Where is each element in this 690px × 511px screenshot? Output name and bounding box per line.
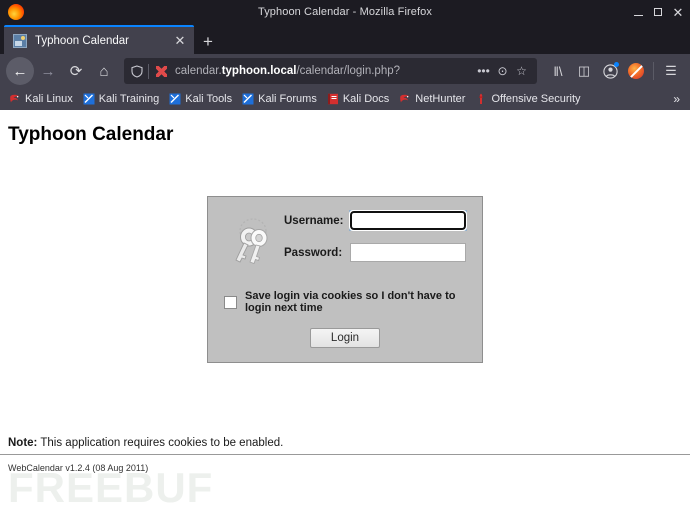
forward-button[interactable]: → xyxy=(34,57,62,85)
reader-mode-icon[interactable]: ⊙ xyxy=(493,64,512,78)
bookmark-nethunter[interactable]: NetHunter xyxy=(394,93,470,105)
login-fields: Username: Password: xyxy=(284,210,470,276)
url-actions: ••• ⊙ ☆ xyxy=(474,64,531,78)
bookmark-label: NetHunter xyxy=(415,93,466,105)
password-label: Password: xyxy=(284,246,343,259)
login-button[interactable]: Login xyxy=(309,328,381,348)
note-prefix: Note: xyxy=(8,437,38,449)
save-login-row[interactable]: Save login via cookies so I don't have t… xyxy=(220,290,470,314)
webcalendar-version: WebCalendar v1.2.4 (08 Aug 2011) xyxy=(8,463,149,473)
save-login-checkbox[interactable] xyxy=(224,295,237,309)
back-arrow-icon: ← xyxy=(12,62,28,80)
window-title: Typhoon Calendar - Mozilla Firefox xyxy=(258,6,432,18)
kali-docs-icon xyxy=(327,93,339,105)
bookmark-label: Kali Tools xyxy=(185,93,233,105)
browser-window: Typhoon Calendar - Mozilla Firefox ✕ Typ… xyxy=(0,0,690,511)
home-icon: ⌂ xyxy=(99,62,109,80)
url-host: typhoon.local xyxy=(221,65,297,77)
toolbar-divider xyxy=(653,62,654,80)
bookmark-kali-training[interactable]: Kali Training xyxy=(78,93,165,105)
login-form-grid: Username: Password: xyxy=(220,210,470,276)
kali-blue-icon xyxy=(83,93,95,105)
minimize-button[interactable] xyxy=(628,0,648,24)
bookmark-label: Kali Docs xyxy=(342,93,390,105)
bookmark-kali-docs[interactable]: Kali Docs xyxy=(322,93,394,105)
page-actions-icon[interactable]: ••• xyxy=(474,64,493,78)
bookmark-offensive-security[interactable]: Offensive Security xyxy=(470,93,585,105)
bookmark-star-icon[interactable]: ☆ xyxy=(512,64,531,78)
login-button-row: Login xyxy=(220,328,470,348)
sidebar-icon[interactable]: ◫ xyxy=(571,58,597,84)
version-bar: FREEBUF WebCalendar v1.2.4 (08 Aug 2011) xyxy=(0,455,690,511)
cookies-note: Note: This application requires cookies … xyxy=(0,437,690,454)
bookmark-kali-tools[interactable]: Kali Tools xyxy=(164,93,237,105)
navigation-toolbar: ← → ⟳ ⌂ calendar.typhoon.local/calendar/… xyxy=(0,54,690,88)
keys-icon-cell xyxy=(220,211,284,276)
page-favicon-icon xyxy=(13,33,27,48)
shield-icon[interactable] xyxy=(130,64,144,78)
forward-arrow-icon: → xyxy=(40,62,56,80)
toolbar-icons: ‖\ ◫ ☰ xyxy=(545,58,684,84)
page-body: Typhoon Calendar Username: Password: Sav… xyxy=(0,110,690,511)
kali-dragon-icon xyxy=(9,93,21,105)
username-label: Username: xyxy=(284,214,344,227)
tab-close-icon[interactable]: ✕ xyxy=(172,33,188,49)
bookmark-kali-forums[interactable]: Kali Forums xyxy=(237,93,322,105)
bookmark-kali-linux[interactable]: Kali Linux xyxy=(4,93,78,105)
account-notification-dot xyxy=(614,62,619,67)
firefox-logo-icon xyxy=(8,4,24,20)
title-bar: Typhoon Calendar - Mozilla Firefox ✕ xyxy=(0,0,690,24)
reload-icon: ⟳ xyxy=(69,63,83,80)
close-window-button[interactable]: ✕ xyxy=(668,0,688,24)
kali-blue-icon xyxy=(169,93,181,105)
username-row: Username: xyxy=(284,210,470,231)
url-path: /calendar/login.php? xyxy=(296,65,401,77)
maximize-button[interactable] xyxy=(648,0,668,24)
back-button[interactable]: ← xyxy=(6,57,34,85)
username-input[interactable] xyxy=(349,210,467,231)
note-text: This application requires cookies to be … xyxy=(37,437,284,449)
login-form: Username: Password: Save login via cooki… xyxy=(207,196,483,363)
login-form-container: Username: Password: Save login via cooki… xyxy=(0,196,690,363)
keyring-icon xyxy=(228,215,276,276)
window-controls: ✕ xyxy=(628,0,690,24)
bookmarks-overflow-button[interactable]: » xyxy=(667,92,686,106)
reload-button[interactable]: ⟳ xyxy=(62,57,90,85)
offsec-torch-icon xyxy=(475,93,487,105)
home-button[interactable]: ⌂ xyxy=(90,57,118,85)
nethunter-icon xyxy=(399,93,411,105)
freebuf-watermark: FREEBUF xyxy=(8,464,214,511)
tab-typhoon-calendar[interactable]: Typhoon Calendar ✕ xyxy=(4,25,194,54)
bookmark-label: Offensive Security xyxy=(491,93,581,105)
bookmark-label: Kali Training xyxy=(98,93,160,105)
address-bar[interactable]: calendar.typhoon.local/calendar/login.ph… xyxy=(124,58,537,84)
tab-label: Typhoon Calendar xyxy=(35,34,129,47)
url-prefix: calendar. xyxy=(175,65,222,77)
kali-blue-icon xyxy=(242,93,254,105)
bookmarks-bar: Kali Linux Kali Training Kali Tools Kali… xyxy=(0,88,690,110)
bookmark-label: Kali Linux xyxy=(25,93,73,105)
page-footer: Note: This application requires cookies … xyxy=(0,437,690,511)
library-icon[interactable]: ‖\ xyxy=(545,58,571,84)
url-divider xyxy=(148,63,149,79)
tab-strip: Typhoon Calendar ✕ + xyxy=(0,24,690,54)
account-icon[interactable] xyxy=(597,58,623,84)
blocked-extension-icon[interactable] xyxy=(623,58,649,84)
page-title: Typhoon Calendar xyxy=(8,124,174,145)
password-input[interactable] xyxy=(350,243,466,262)
close-icon: ✕ xyxy=(672,4,684,20)
new-tab-button[interactable]: + xyxy=(194,33,222,54)
password-row: Password: xyxy=(284,243,470,262)
no-https-icon[interactable] xyxy=(155,65,168,78)
page-content: Typhoon Calendar Username: Password: Sav… xyxy=(0,110,690,511)
save-login-label: Save login via cookies so I don't have t… xyxy=(245,290,456,314)
app-menu-icon[interactable]: ☰ xyxy=(658,58,684,84)
bookmark-label: Kali Forums xyxy=(258,93,317,105)
url-text: calendar.typhoon.local/calendar/login.ph… xyxy=(175,65,474,77)
